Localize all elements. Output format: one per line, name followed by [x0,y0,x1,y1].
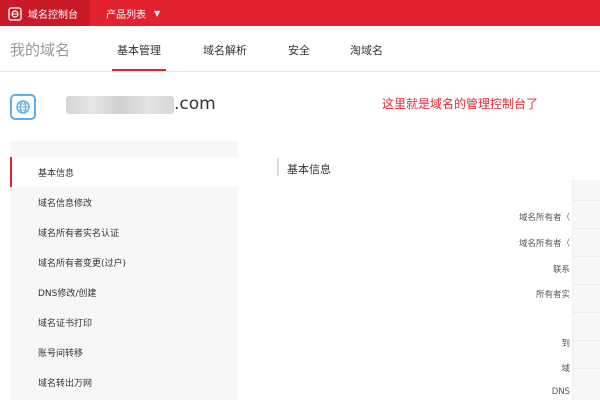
page-title: 我的域名 [10,41,71,59]
sidebar-item-label: 域名所有者变更(过户) [38,258,127,269]
row-divider [572,368,600,369]
row-divider [572,200,600,201]
sidebar-item-dns-modify[interactable]: DNS修改/创建 [10,277,238,307]
sidebar-item-real-name-auth[interactable]: 域名所有者实名认证 [10,217,238,247]
sidebar-item-label: 账号间转移 [38,348,84,359]
domain-suffix: .com [174,94,216,114]
field-label-dns: DNS [551,387,570,397]
row-divider [572,256,600,257]
field-label-owner-en: 域名所有者（ [518,239,570,249]
sidebar-item-label: DNS修改/创建 [38,288,97,299]
tab-dns-resolution[interactable]: 域名解析 [203,42,247,58]
brand-logo[interactable]: 域名控制台 [0,0,90,26]
sidebar-item-info-modify[interactable]: 域名信息修改 [10,187,238,217]
row-divider [572,228,600,229]
top-bar: 域名控制台 产品列表 ▼ [0,0,600,26]
sidebar-item-account-transfer[interactable]: 账号间转移 [10,337,238,367]
sidebar-item-label: 域名转出万网 [38,378,93,389]
value-column [572,180,600,400]
sidebar-item-basic-info[interactable]: 基本信息 [10,157,238,187]
product-list-label: 产品列表 [106,9,146,21]
field-label-contact: 联系 [552,265,570,275]
sidebar: 基本信息 域名信息修改 域名所有者实名认证 域名所有者变更(过户) DNS修改/… [10,141,238,400]
tab-basic-management[interactable]: 基本管理 [112,42,166,71]
row-divider [572,312,600,313]
sidebar-item-label: 基本信息 [38,168,75,179]
sidebar-item-transfer-out[interactable]: 域名转出万网 [10,367,238,397]
sidebar-item-label: 域名证书打印 [38,318,93,329]
globe-icon [10,94,36,120]
section-marker [277,158,279,176]
tab-domain-market[interactable]: 淘域名 [350,42,383,58]
tab-security[interactable]: 安全 [288,42,310,58]
field-label-owner-cn: 域名所有者（ [518,213,570,223]
nav-row: 我的域名 基本管理 域名解析 安全 淘域名 [0,26,600,72]
field-label-owner-real-name: 所有者实 [535,290,570,300]
sidebar-item-owner-transfer[interactable]: 域名所有者变更(过户) [10,247,238,277]
section-title: 基本信息 [287,163,331,176]
brand-label: 域名控制台 [28,9,78,21]
sidebar-item-label: 域名所有者实名认证 [38,228,120,239]
blurred-domain-name [66,96,174,114]
row-divider [572,340,600,341]
chevron-down-icon: ▼ [154,8,161,18]
field-label-expiry: 到 [561,339,570,349]
sidebar-item-certificate-print[interactable]: 域名证书打印 [10,307,238,337]
field-label-domain: 域 [561,364,570,374]
row-divider [572,284,600,285]
logo-icon [8,6,22,21]
sidebar-item-label: 域名信息修改 [38,198,93,209]
annotation-text: 这里就是域名的管理控制台了 [382,97,539,111]
product-list-menu[interactable]: 产品列表 ▼ [106,6,160,21]
domain-header: .com 这里就是域名的管理控制台了 [0,72,600,140]
